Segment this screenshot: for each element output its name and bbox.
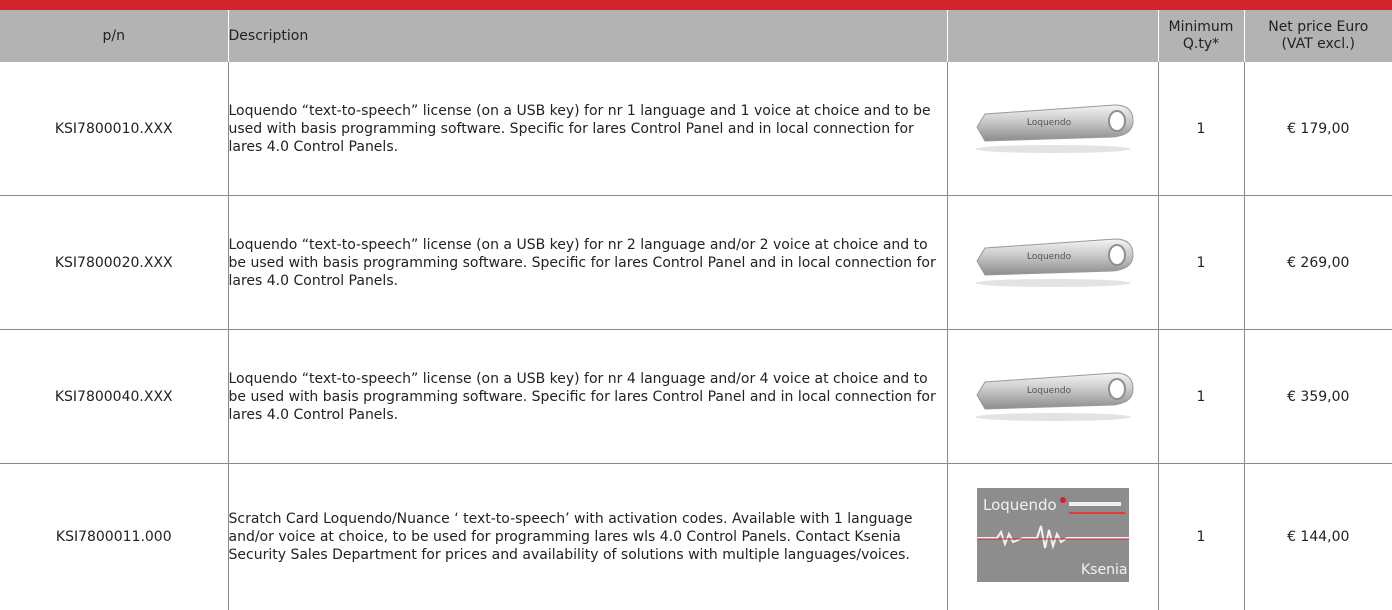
svg-text:Loquendo: Loquendo <box>1026 386 1071 396</box>
product-image: Loquendo <box>947 330 1158 464</box>
usb-key-image: Loquendo <box>963 97 1143 157</box>
part-number: KSI7800011.000 <box>0 464 228 610</box>
usb-key-image: Loquendo <box>963 365 1143 425</box>
min-quantity: 1 <box>1158 464 1244 610</box>
usb-key-image: Loquendo <box>963 231 1143 291</box>
table-row: KSI7800040.XXX Loquendo “text-to-speech”… <box>0 330 1392 464</box>
header-net-price: Net price Euro(VAT excl.) <box>1244 10 1392 62</box>
net-price: € 179,00 <box>1244 62 1392 196</box>
price-table: p/n Description MinimumQ.ty* Net price E… <box>0 10 1392 610</box>
header-description: Description <box>228 10 947 62</box>
min-quantity: 1 <box>1158 196 1244 330</box>
product-description: Loquendo “text-to-speech” license (on a … <box>228 196 947 330</box>
net-price: € 269,00 <box>1244 196 1392 330</box>
min-quantity: 1 <box>1158 330 1244 464</box>
header-min-qty: MinimumQ.ty* <box>1158 10 1244 62</box>
table-row: KSI7800011.000 Scratch Card Loquendo/Nua… <box>0 464 1392 610</box>
svg-text:Loquendo: Loquendo <box>1026 118 1071 128</box>
min-quantity: 1 <box>1158 62 1244 196</box>
header-image <box>947 10 1158 62</box>
table-row: KSI7800010.XXX Loquendo “text-to-speech”… <box>0 62 1392 196</box>
part-number: KSI7800040.XXX <box>0 330 228 464</box>
top-title-bar <box>0 0 1392 10</box>
svg-text:Ksenia: Ksenia <box>1081 562 1127 578</box>
product-description: Loquendo “text-to-speech” license (on a … <box>228 62 947 196</box>
product-image: Loquendo <box>947 62 1158 196</box>
table-header-row: p/n Description MinimumQ.ty* Net price E… <box>0 10 1392 62</box>
svg-text:Loquendo: Loquendo <box>1026 252 1071 262</box>
svg-text:Loquendo: Loquendo <box>983 496 1057 514</box>
header-pn: p/n <box>0 10 228 62</box>
product-image: Loquendo Ksenia <box>947 464 1158 610</box>
part-number: KSI7800020.XXX <box>0 196 228 330</box>
product-description: Scratch Card Loquendo/Nuance ‘ text-to-s… <box>228 464 947 610</box>
part-number: KSI7800010.XXX <box>0 62 228 196</box>
table-row: KSI7800020.XXX Loquendo “text-to-speech”… <box>0 196 1392 330</box>
scratch-card-image: Loquendo Ksenia <box>977 488 1129 582</box>
product-description: Loquendo “text-to-speech” license (on a … <box>228 330 947 464</box>
net-price: € 144,00 <box>1244 464 1392 610</box>
product-image: Loquendo <box>947 196 1158 330</box>
net-price: € 359,00 <box>1244 330 1392 464</box>
